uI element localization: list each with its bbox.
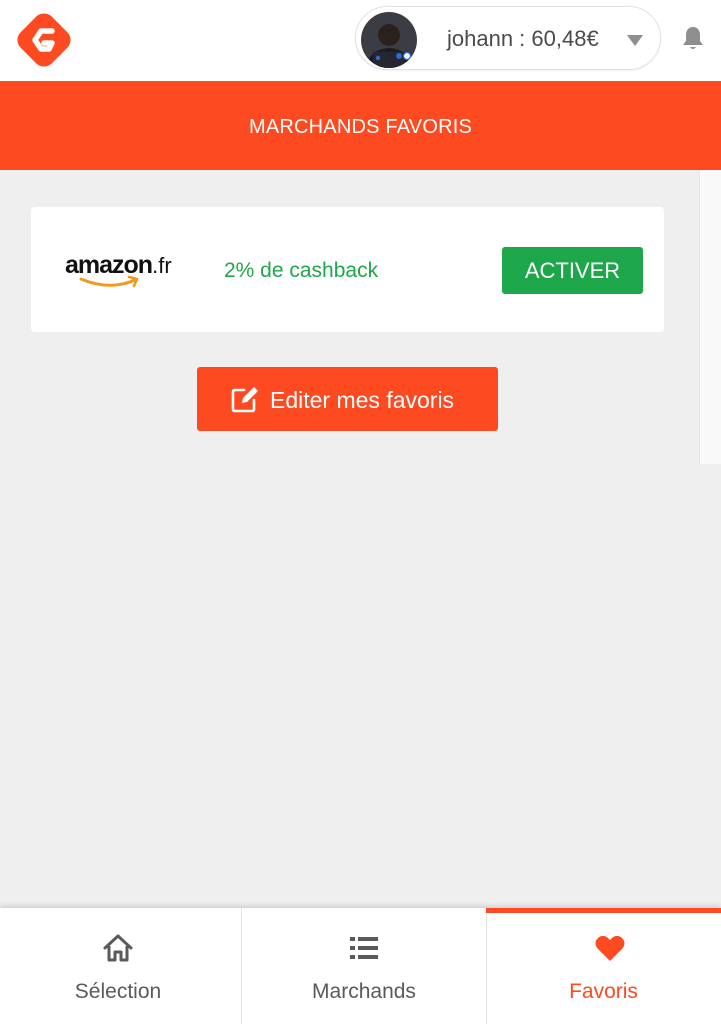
- nav-label: Sélection: [74, 980, 162, 1003]
- amazon-logo[interactable]: amazon.fr: [65, 251, 205, 293]
- page-title: MARCHANDS FAVORIS: [248, 116, 473, 138]
- bottom-navigation: Sélection Marchands Favoris: [0, 908, 721, 1024]
- scrollbar[interactable]: [699, 170, 721, 464]
- top-bar: johann : 60,48€: [0, 0, 721, 81]
- cashback-rate: 2% de cashback: [224, 259, 379, 282]
- user-avatar: [361, 12, 417, 68]
- cashback-logo-icon[interactable]: [13, 9, 75, 71]
- activate-button[interactable]: ACTIVER: [502, 247, 643, 294]
- bell-icon[interactable]: [681, 25, 705, 53]
- caret-down-icon[interactable]: [627, 35, 643, 46]
- nav-item-marchands[interactable]: Marchands: [241, 908, 487, 1024]
- nav-label: Marchands: [312, 980, 416, 1003]
- amazon-smile-icon: [79, 275, 139, 288]
- nav-label: Favoris: [569, 980, 638, 1003]
- home-icon: [103, 934, 133, 962]
- nav-item-favoris[interactable]: Favoris: [486, 908, 721, 1024]
- page-header: MARCHANDS FAVORIS: [0, 81, 721, 170]
- nav-item-selection[interactable]: Sélection: [0, 908, 240, 1024]
- heart-icon: [595, 935, 625, 961]
- avatar-image: [361, 12, 417, 68]
- merchant-tld: .fr: [152, 253, 172, 278]
- list-icon: [350, 937, 378, 959]
- app-root: johann : 60,48€ MARCHANDS FAVORIS amazon…: [0, 0, 721, 1024]
- user-account-menu[interactable]: johann : 60,48€: [355, 6, 661, 70]
- edit-favorites-label: Editer mes favoris: [270, 387, 455, 413]
- edit-icon: [231, 387, 258, 413]
- user-balance-label: johann : 60,48€: [447, 26, 599, 51]
- edit-favorites-button[interactable]: Editer mes favoris: [197, 367, 498, 431]
- merchant-card: amazon.fr 2% de cashback ACTIVER: [31, 207, 664, 332]
